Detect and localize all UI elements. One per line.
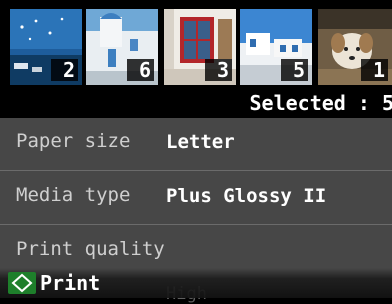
print-count-badge: 6 bbox=[127, 59, 154, 81]
selected-count-text: Selected : 5 bbox=[250, 91, 392, 115]
setting-label: Media type bbox=[16, 184, 130, 206]
photo-thumbnail-4[interactable]: 5 bbox=[240, 9, 312, 85]
photo-thumbnail-3[interactable]: 3 bbox=[164, 9, 236, 85]
green-diamond-start-icon bbox=[8, 272, 36, 294]
print-button[interactable]: Print bbox=[8, 271, 100, 295]
print-count-badge: 2 bbox=[51, 59, 78, 81]
setting-label: Paper size bbox=[16, 130, 130, 152]
setting-value: Plus Glossy II bbox=[166, 185, 326, 207]
setting-value: Letter bbox=[166, 131, 235, 153]
photo-thumbnail-strip: 2 6 3 bbox=[0, 0, 392, 92]
footer-bar: Print bbox=[0, 268, 392, 298]
selection-status-bar: Selected : 5 bbox=[0, 90, 392, 118]
print-count-badge: 5 bbox=[281, 59, 308, 81]
photo-thumbnail-1[interactable]: 2 bbox=[10, 9, 82, 85]
print-count-badge: 3 bbox=[205, 59, 232, 81]
print-label: Print bbox=[40, 271, 100, 295]
setting-label: Print quality bbox=[16, 238, 165, 260]
photo-thumbnail-2[interactable]: 6 bbox=[86, 9, 158, 85]
photo-thumbnail-5[interactable]: 1 bbox=[318, 9, 392, 85]
setting-row-paper-size[interactable]: Paper size Letter bbox=[0, 118, 392, 171]
setting-row-media-type[interactable]: Media type Plus Glossy II bbox=[0, 172, 392, 225]
print-count-badge: 1 bbox=[361, 59, 388, 81]
